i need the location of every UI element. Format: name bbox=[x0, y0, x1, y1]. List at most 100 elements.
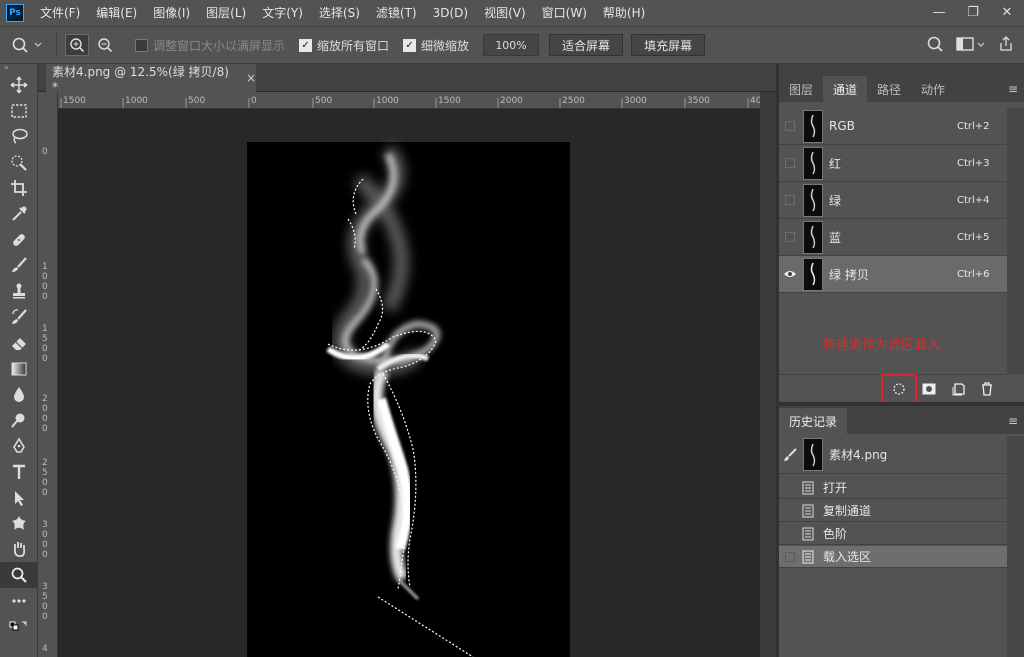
menu-edit[interactable]: 编辑(E) bbox=[88, 0, 145, 26]
pen-tool[interactable] bbox=[0, 433, 38, 459]
zoom-in-button[interactable] bbox=[65, 34, 89, 56]
tab-layers[interactable]: 图层 bbox=[779, 76, 823, 102]
color-swatches[interactable] bbox=[0, 614, 38, 640]
fill-screen-button[interactable]: 填充屏幕 bbox=[631, 34, 706, 56]
eraser-tool[interactable] bbox=[0, 330, 38, 356]
menu-file[interactable]: 文件(F) bbox=[32, 0, 88, 26]
panel-menu-icon[interactable]: ≡ bbox=[1008, 76, 1018, 102]
history-source-box[interactable] bbox=[785, 528, 795, 539]
zoom-out-icon bbox=[98, 38, 113, 53]
tab-paths[interactable]: 路径 bbox=[867, 76, 911, 102]
tab-actions[interactable]: 动作 bbox=[911, 76, 955, 102]
close-button[interactable]: ✕ bbox=[990, 0, 1024, 24]
channel-row-rgb[interactable]: RGB Ctrl+2 bbox=[779, 108, 1007, 145]
minimize-button[interactable]: — bbox=[922, 0, 956, 24]
menu-type[interactable]: 文字(Y) bbox=[254, 0, 311, 26]
history-item[interactable]: 复制通道 bbox=[779, 500, 1007, 522]
smoke-image[interactable] bbox=[58, 109, 760, 657]
ruler-label: 1 5 0 0 bbox=[42, 324, 48, 364]
gradient-tool[interactable] bbox=[0, 356, 38, 382]
quick-selection-tool[interactable] bbox=[0, 149, 38, 175]
share-icon[interactable] bbox=[998, 35, 1014, 53]
history-brush-tool[interactable] bbox=[0, 304, 38, 330]
zoom-percent-field[interactable]: 100% bbox=[483, 34, 540, 56]
custom-shape-tool[interactable] bbox=[0, 511, 38, 537]
scrubby-zoom-checkbox[interactable]: ✓ bbox=[403, 38, 417, 52]
channel-row-green-copy[interactable]: 绿 拷贝 Ctrl+6 bbox=[779, 256, 1007, 293]
history-source-box[interactable] bbox=[785, 551, 795, 562]
blur-tool[interactable] bbox=[0, 382, 38, 408]
toolbar-collapse-icon[interactable]: » bbox=[0, 64, 37, 72]
menu-filter[interactable]: 滤镜(T) bbox=[368, 0, 425, 26]
menu-select[interactable]: 选择(S) bbox=[311, 0, 368, 26]
type-tool[interactable] bbox=[0, 459, 38, 485]
zoom-out-button[interactable] bbox=[93, 34, 117, 56]
healing-brush-tool[interactable] bbox=[0, 227, 38, 253]
crop-tool[interactable] bbox=[0, 175, 38, 201]
menu-layer[interactable]: 图层(L) bbox=[198, 0, 254, 26]
save-selection-as-channel-button[interactable] bbox=[919, 380, 939, 398]
hand-tool[interactable] bbox=[0, 536, 38, 562]
eyedropper-tool[interactable] bbox=[0, 201, 38, 227]
search-icon[interactable] bbox=[926, 35, 944, 53]
restore-button[interactable]: ❐ bbox=[956, 0, 990, 24]
menu-window[interactable]: 窗口(W) bbox=[534, 0, 595, 26]
history-item-label: 载入选区 bbox=[823, 550, 872, 564]
new-channel-button[interactable] bbox=[949, 380, 969, 398]
history-source-box[interactable] bbox=[785, 482, 795, 493]
channels-scrollbar[interactable] bbox=[1007, 108, 1024, 374]
visibility-toggle[interactable] bbox=[779, 121, 801, 131]
load-channel-as-selection-button[interactable] bbox=[889, 380, 909, 398]
menu-3d[interactable]: 3D(D) bbox=[425, 0, 476, 26]
options-right-icons bbox=[926, 35, 1014, 53]
channel-row-green[interactable]: 绿 Ctrl+4 bbox=[779, 182, 1007, 219]
menu-image[interactable]: 图像(I) bbox=[145, 0, 198, 26]
scrubby-zoom-label: 细微缩放 bbox=[421, 38, 470, 53]
zoom-tool[interactable] bbox=[0, 562, 38, 588]
history-menu-icon[interactable]: ≡ bbox=[1008, 408, 1018, 434]
visibility-toggle[interactable] bbox=[779, 269, 801, 279]
dodge-tool[interactable] bbox=[0, 407, 38, 433]
delete-channel-button[interactable] bbox=[977, 380, 997, 398]
marquee-tool[interactable] bbox=[0, 98, 38, 124]
history-item[interactable]: 色阶 bbox=[779, 523, 1007, 545]
visibility-off-icon bbox=[785, 158, 795, 168]
more-tools[interactable] bbox=[0, 588, 38, 614]
history-scrollbar[interactable] bbox=[1007, 436, 1024, 657]
visibility-toggle[interactable] bbox=[779, 158, 801, 168]
document-tab[interactable]: 素材4.png @ 12.5%(绿 拷贝/8) * × bbox=[46, 64, 256, 94]
channel-row-blue[interactable]: 蓝 Ctrl+5 bbox=[779, 219, 1007, 256]
path-selection-tool[interactable] bbox=[0, 485, 38, 511]
workspace-switcher-icon[interactable] bbox=[956, 35, 986, 53]
tab-history[interactable]: 历史记录 bbox=[779, 408, 848, 434]
fit-screen-button[interactable]: 适合屏幕 bbox=[549, 34, 624, 56]
canvas-vertical-scrollbar[interactable] bbox=[760, 92, 776, 657]
brush-tool[interactable] bbox=[0, 253, 38, 279]
canvas-area[interactable] bbox=[58, 109, 760, 657]
clone-stamp-tool[interactable] bbox=[0, 278, 38, 304]
visibility-toggle[interactable] bbox=[779, 195, 801, 205]
channel-row-red[interactable]: 红 Ctrl+3 bbox=[779, 145, 1007, 182]
history-snapshot-row[interactable]: 素材4.png bbox=[779, 436, 1007, 474]
resize-windows-checkbox[interactable] bbox=[135, 38, 148, 52]
history-item-label: 色阶 bbox=[823, 527, 848, 541]
move-tool[interactable] bbox=[0, 72, 38, 98]
visibility-toggle[interactable] bbox=[779, 232, 801, 242]
close-tab-icon[interactable]: × bbox=[246, 71, 256, 85]
channel-shortcut: Ctrl+5 bbox=[957, 231, 990, 243]
menu-help[interactable]: 帮助(H) bbox=[595, 0, 653, 26]
lasso-tool[interactable] bbox=[0, 124, 38, 150]
history-item-selected[interactable]: 载入选区 bbox=[779, 546, 1007, 568]
tab-channels[interactable]: 通道 bbox=[823, 76, 868, 102]
menu-view[interactable]: 视图(V) bbox=[476, 0, 534, 26]
history-source-box[interactable] bbox=[785, 505, 795, 516]
history-item[interactable]: 打开 bbox=[779, 477, 1007, 499]
brush-icon bbox=[12, 257, 27, 273]
channel-shortcut: Ctrl+4 bbox=[957, 194, 990, 206]
zoom-all-windows-checkbox[interactable]: ✓ bbox=[299, 38, 313, 52]
document-state-icon bbox=[801, 504, 815, 518]
document-tab-bar: 素材4.png @ 12.5%(绿 拷贝/8) * × bbox=[38, 64, 776, 94]
tools-panel: » bbox=[0, 64, 38, 657]
history-brush-source-icon[interactable] bbox=[779, 447, 801, 462]
zoom-tool-preset-picker[interactable] bbox=[0, 34, 56, 56]
